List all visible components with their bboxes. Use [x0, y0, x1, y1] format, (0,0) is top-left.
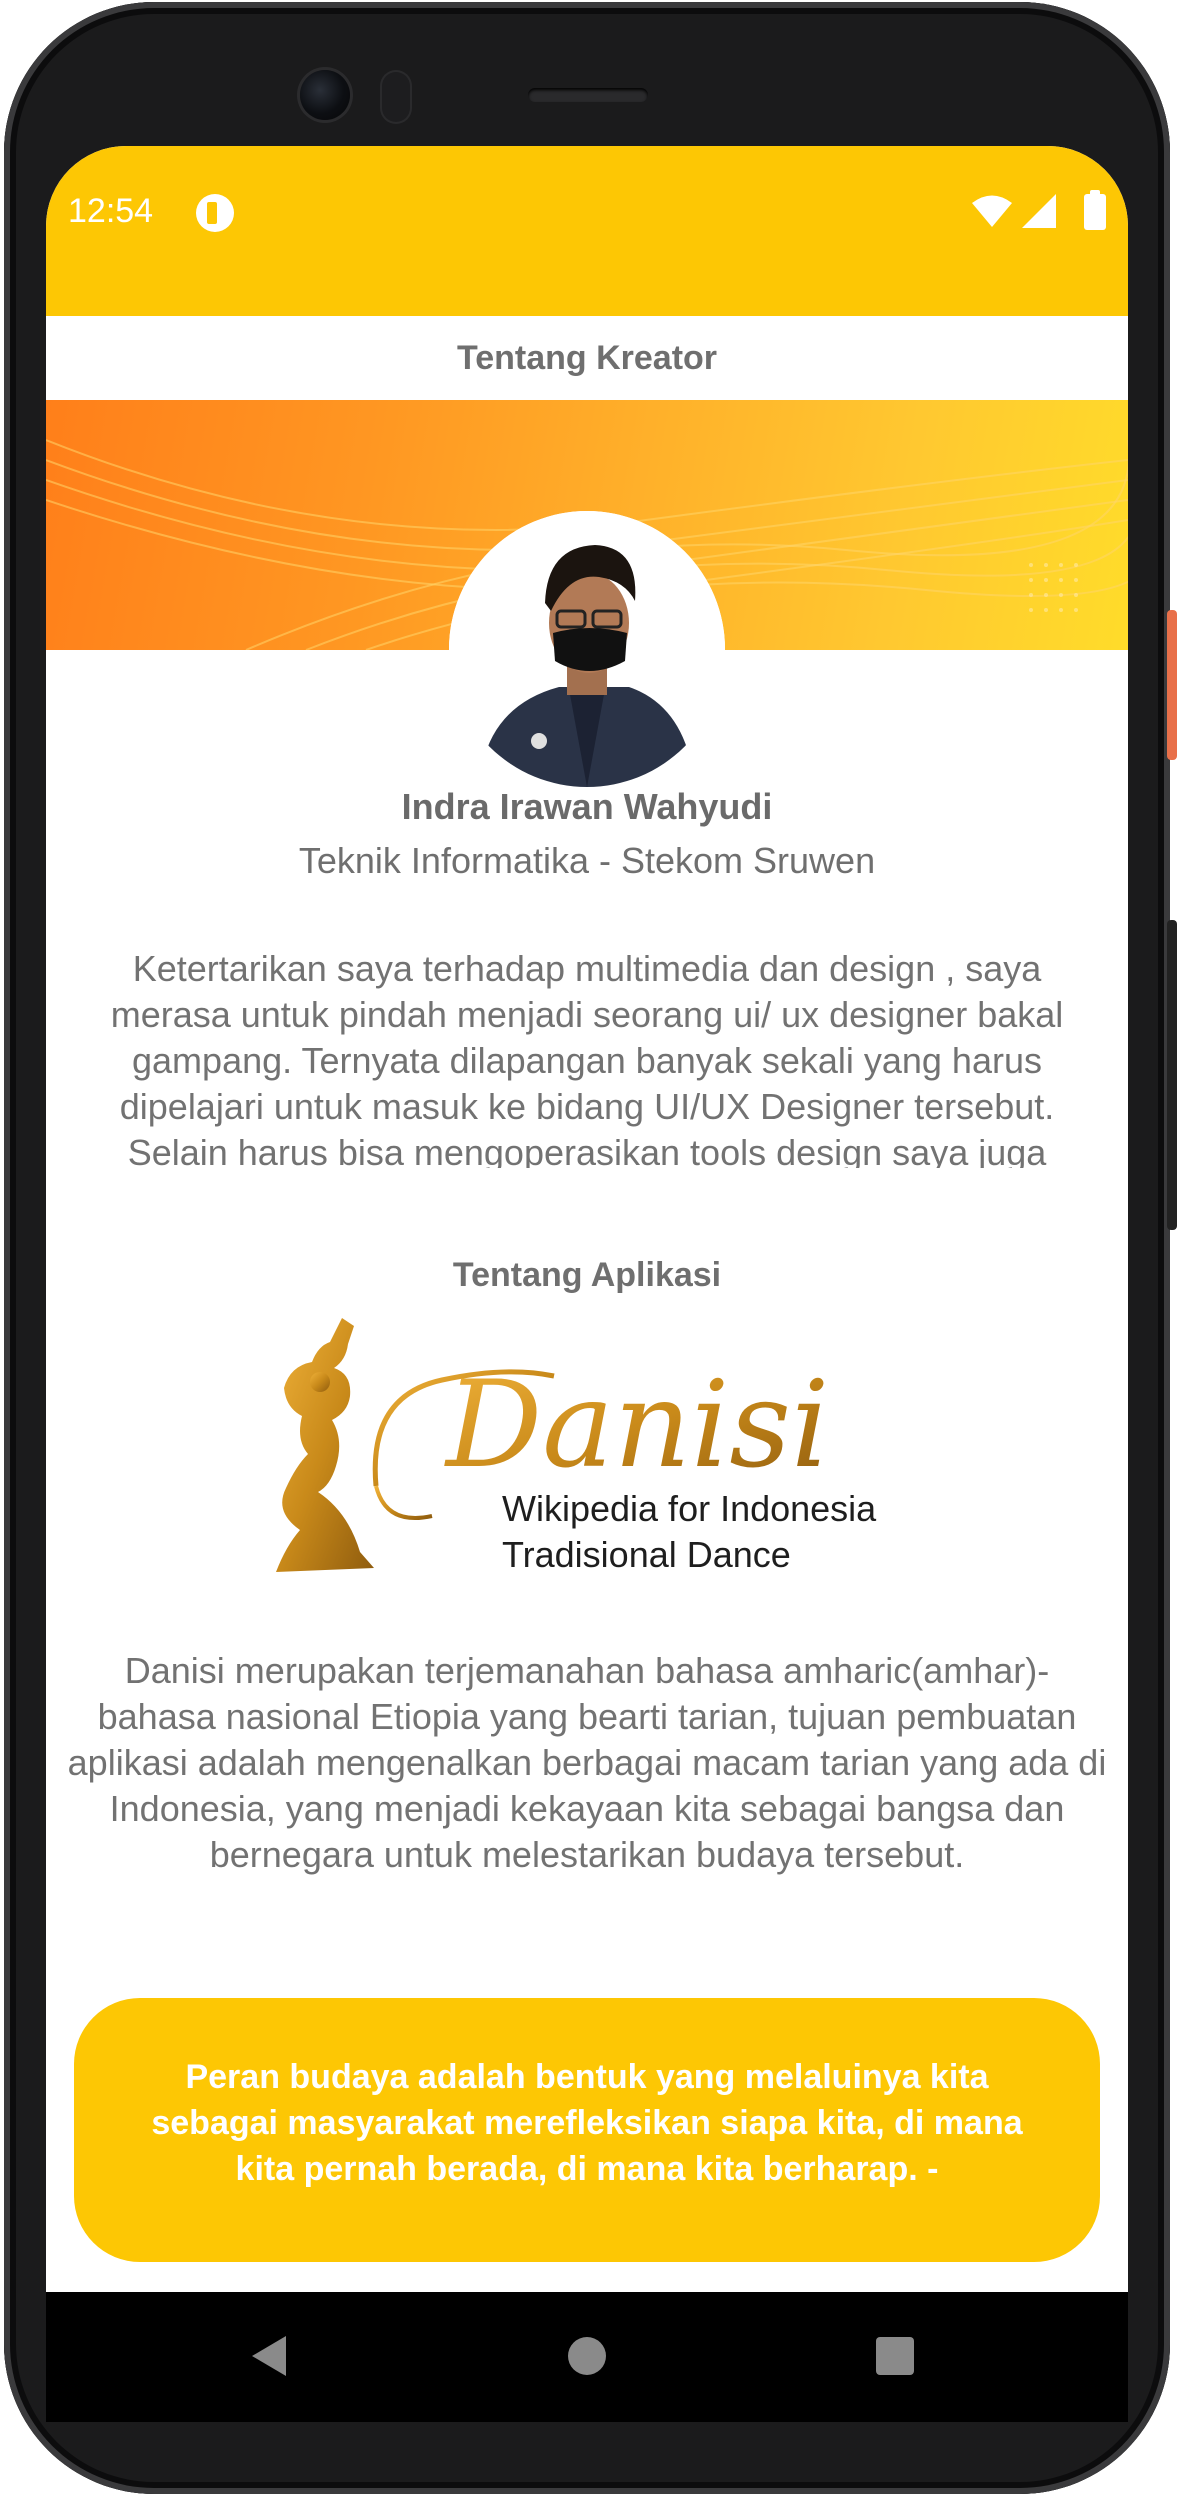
- creator-bio: Ketertarikan saya terhadap multimedia da…: [110, 948, 1064, 1168]
- creator-avatar: [449, 511, 725, 787]
- home-icon[interactable]: [568, 2337, 606, 2375]
- logo-tagline-line1: Wikipedia for Indonesia: [502, 1488, 877, 1529]
- status-time: 12:54: [68, 192, 154, 230]
- wifi-icon: [972, 195, 1012, 227]
- logo-tagline: Wikipedia for Indonesia Tradisional Danc…: [502, 1486, 876, 1578]
- battery-icon: [1084, 190, 1106, 230]
- creator-subtitle: Teknik Informatika - Stekom Sruwen: [298, 840, 876, 881]
- recents-icon[interactable]: [876, 2337, 914, 2375]
- page-title: Tentang Kreator: [46, 316, 1128, 400]
- status-bar: 12:54: [46, 146, 1128, 316]
- app-notification-icon: [196, 194, 234, 232]
- system-nav-bar: [46, 2292, 1128, 2422]
- logo-tagline-line2: Tradisional Dance: [502, 1534, 791, 1575]
- avatar-photo: [449, 511, 725, 787]
- signal-icon: [1022, 194, 1056, 228]
- app-section-title: Tentang Aplikasi: [452, 1256, 722, 1294]
- quote-text: Peran budaya adalah bentuk yang melaluin…: [151, 2058, 1023, 2188]
- earpiece-speaker: [528, 88, 648, 102]
- creator-name: Indra Irawan Wahyudi: [401, 786, 773, 827]
- front-camera: [300, 70, 350, 120]
- power-button: [1167, 610, 1177, 760]
- back-icon[interactable]: [252, 2336, 286, 2376]
- app-description: Danisi merupakan terjemanahan bahasa amh…: [67, 1650, 1107, 1875]
- status-icons: [966, 190, 1106, 230]
- screen: 12:54 Tentang Kreator Indra Irawan Wahyu…: [46, 146, 1128, 2292]
- volume-button: [1167, 920, 1177, 1230]
- phone-frame: 12:54 Tentang Kreator Indra Irawan Wahyu…: [0, 0, 1178, 2498]
- quote-card: Peran budaya adalah bentuk yang melaluin…: [74, 1998, 1100, 2262]
- proximity-sensor: [382, 72, 410, 122]
- logo-wordmark: Danisi: [444, 1356, 829, 1495]
